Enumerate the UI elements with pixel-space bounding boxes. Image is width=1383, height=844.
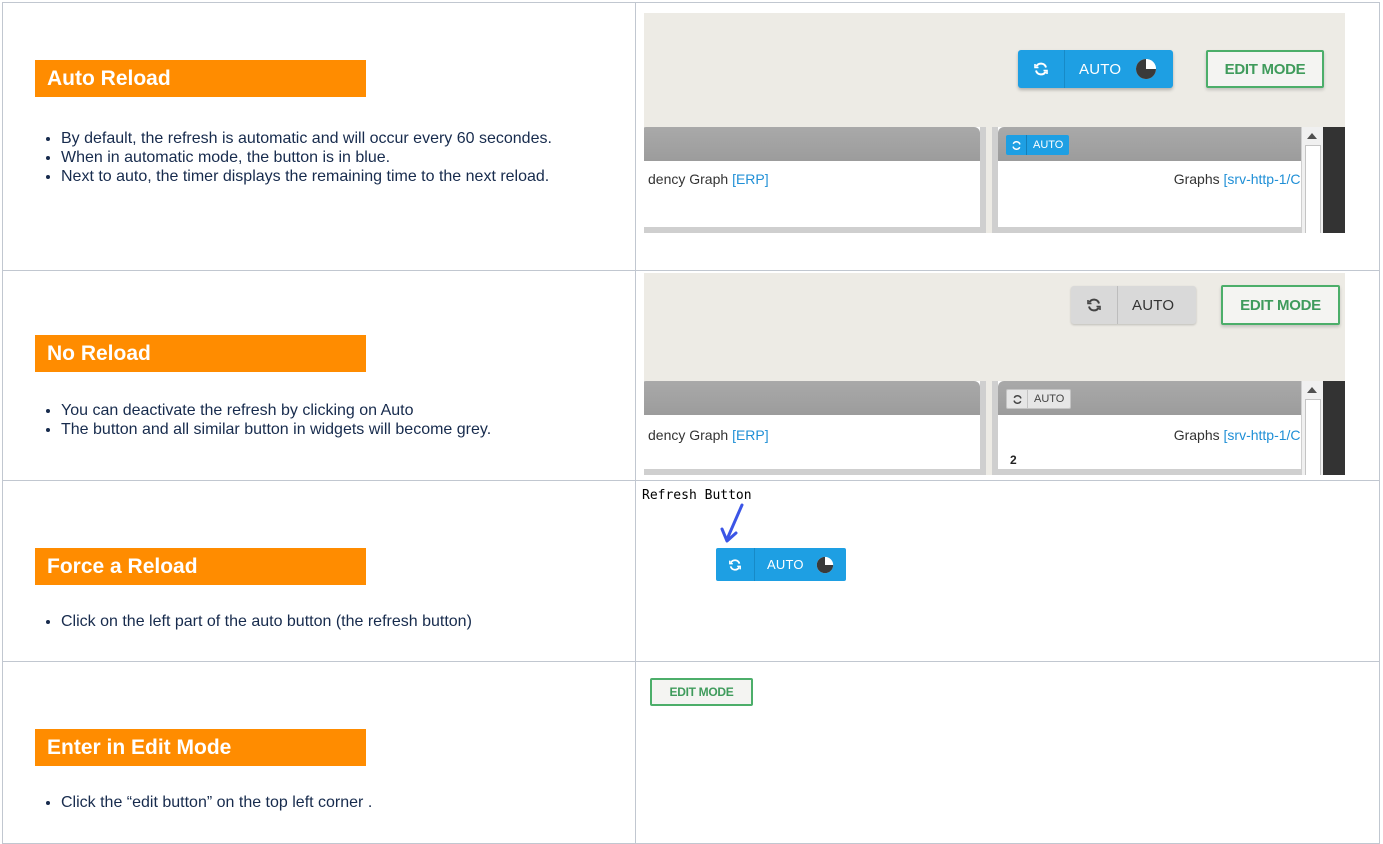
edit-mode-button[interactable]: EDIT MODE [1221, 285, 1340, 325]
refresh-button[interactable] [716, 548, 755, 581]
widget-header [644, 127, 980, 161]
cell-auto-reload-text: Auto Reload By default, the refresh is a… [2, 2, 636, 271]
widget-graphs: AUTO Graphs [srv-http-1/Cpu: [992, 127, 1328, 233]
row-edit-mode: Enter in Edit Mode Click the “edit butto… [2, 661, 1380, 844]
list-item: When in automatic mode, the button is in… [61, 148, 621, 167]
section-heading: Auto Reload [35, 60, 366, 97]
auto-toggle-button[interactable]: AUTO [755, 548, 846, 581]
auto-control-group[interactable]: AUTO [1071, 286, 1197, 324]
list-item: By default, the refresh is automatic and… [61, 129, 621, 148]
cell-edit-mode-screenshot: EDIT MODE [635, 661, 1380, 844]
widget-title: dency Graph [ERP] [648, 427, 769, 443]
window-edge [1323, 127, 1345, 233]
widget-title: Graphs [srv-http-1/Cpu: [1173, 427, 1320, 443]
cell-no-reload-screenshot: AUTO EDIT MODE dency Graph [ERP] AUTO Gr… [635, 270, 1380, 481]
section-heading: No Reload [35, 335, 366, 372]
cell-force-reload-text: Force a Reload Click on the left part of… [2, 480, 636, 662]
auto-control-group[interactable]: AUTO [716, 548, 846, 581]
widget-header [644, 381, 980, 415]
annotation-label: Refresh Button [642, 488, 752, 503]
refresh-icon [729, 558, 741, 571]
widget-refresh-button[interactable] [1007, 390, 1028, 408]
refresh-button[interactable] [1018, 50, 1065, 88]
annotation-arrow-icon [720, 503, 744, 543]
widget-title: dency Graph [ERP] [648, 171, 769, 187]
auto-label: AUTO [1132, 296, 1175, 314]
scrollbar-thumb[interactable] [1305, 145, 1321, 233]
scrollbar-thumb[interactable] [1305, 399, 1321, 475]
bullet-list: Click on the left part of the auto butto… [35, 612, 621, 631]
widget-area: dency Graph [ERP] AUTO Graphs [srv-http-… [644, 381, 1345, 475]
timer-pie-icon [1136, 59, 1157, 79]
widget-auto-control[interactable]: AUTO [1006, 389, 1072, 409]
auto-label: AUTO [767, 557, 804, 572]
cell-edit-mode-text: Enter in Edit Mode Click the “edit butto… [2, 661, 636, 844]
list-item: The button and all similar button in wid… [61, 420, 621, 439]
list-item: Next to auto, the timer displays the rem… [61, 167, 621, 186]
refresh-button[interactable] [1071, 286, 1118, 324]
refresh-icon [1011, 140, 1021, 150]
screenshot-auto-mode: AUTO EDIT MODE dency Graph [ERP] AUTO Gr… [644, 13, 1345, 233]
refresh-icon [1034, 62, 1048, 76]
row-auto-reload: Auto Reload By default, the refresh is a… [2, 2, 1380, 271]
scroll-up-arrow-icon[interactable] [1307, 387, 1317, 393]
auto-toggle-button[interactable]: AUTO [1065, 50, 1173, 88]
edit-mode-button[interactable]: EDIT MODE [1206, 50, 1324, 88]
refresh-icon [1012, 394, 1022, 404]
auto-toggle-button[interactable]: AUTO [1118, 286, 1196, 324]
timer-pie-icon [816, 556, 833, 573]
screenshot-no-reload: AUTO EDIT MODE dency Graph [ERP] AUTO Gr… [644, 273, 1345, 475]
widget-dependency-graph: dency Graph [ERP] [644, 127, 986, 233]
widget-auto-button[interactable]: AUTO [1028, 390, 1070, 408]
list-item: Click on the left part of the auto butto… [61, 612, 621, 631]
row-force-reload: Force a Reload Click on the left part of… [2, 480, 1380, 662]
widget-area: dency Graph [ERP] AUTO Graphs [srv-http-… [644, 127, 1345, 233]
widget-value: 2 [1010, 453, 1017, 467]
vertical-scrollbar[interactable] [1301, 127, 1323, 233]
edit-mode-button[interactable]: EDIT MODE [650, 678, 753, 706]
window-edge [1323, 381, 1345, 475]
widget-auto-control[interactable]: AUTO [1006, 135, 1070, 155]
cell-force-reload-screenshot: Refresh Button AUTO [635, 480, 1380, 662]
cell-no-reload-text: No Reload You can deactivate the refresh… [2, 270, 636, 481]
list-item: You can deactivate the refresh by clicki… [61, 401, 621, 420]
widget-title: Graphs [srv-http-1/Cpu: [1173, 171, 1320, 187]
bullet-list: By default, the refresh is automatic and… [35, 129, 621, 186]
widget-graphs: AUTO Graphs [srv-http-1/Cpu: 2 [992, 381, 1328, 475]
doc-table: Auto Reload By default, the refresh is a… [2, 2, 1380, 844]
scroll-up-arrow-icon[interactable] [1307, 133, 1317, 139]
widget-dependency-graph: dency Graph [ERP] [644, 381, 986, 475]
refresh-icon [1087, 298, 1101, 312]
cell-auto-reload-screenshot: AUTO EDIT MODE dency Graph [ERP] AUTO Gr… [635, 2, 1380, 271]
section-heading: Force a Reload [35, 548, 366, 585]
list-item: Click the “edit button” on the top left … [61, 793, 621, 812]
widget-refresh-button[interactable] [1006, 135, 1027, 155]
widget-auto-button[interactable]: AUTO [1027, 135, 1069, 155]
vertical-scrollbar[interactable] [1301, 381, 1323, 475]
bullet-list: You can deactivate the refresh by clicki… [35, 401, 621, 439]
section-heading: Enter in Edit Mode [35, 729, 366, 766]
bullet-list: Click the “edit button” on the top left … [35, 793, 621, 812]
auto-control-group[interactable]: AUTO [1018, 50, 1174, 88]
row-no-reload: No Reload You can deactivate the refresh… [2, 270, 1380, 481]
auto-label: AUTO [1079, 60, 1122, 78]
